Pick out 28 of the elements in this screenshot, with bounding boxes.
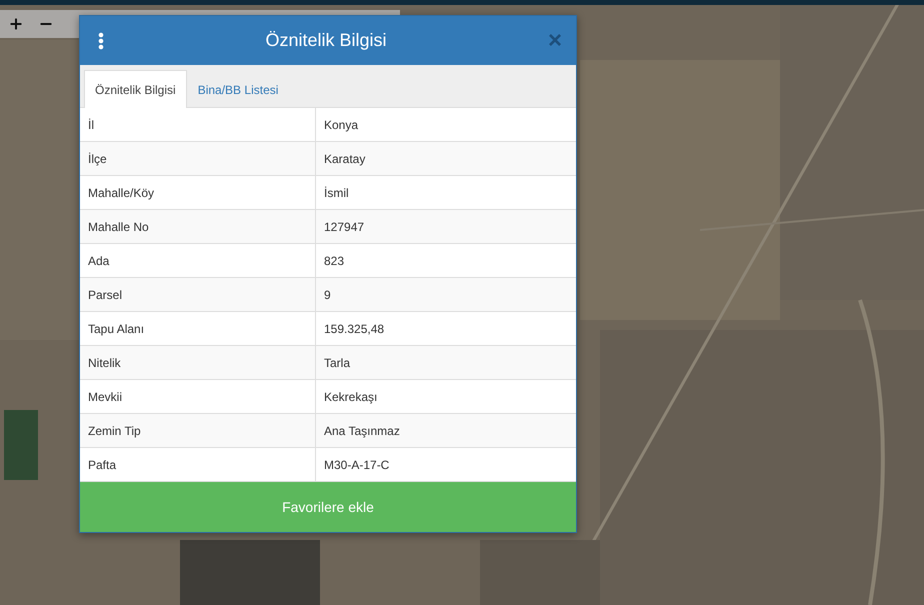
attribute-label: Mevkii — [87, 388, 124, 406]
attribute-label: Ada — [87, 252, 110, 270]
attribute-label: Mahalle No — [87, 218, 150, 236]
attribute-label: Tapu Alanı — [87, 320, 146, 338]
attribute-value: İsmil — [315, 176, 576, 209]
attribute-value: 823 — [315, 244, 576, 277]
attribute-label: Zemin Tip — [87, 422, 142, 440]
tab[interactable]: Bina/BB Listesi — [186, 70, 290, 108]
attribute-label: Parsel — [87, 286, 124, 304]
attribute-label: Pafta — [87, 456, 118, 474]
attribute-value: Karatay — [315, 142, 576, 175]
attribute-label: İlçe — [87, 150, 108, 168]
more-icon[interactable] — [98, 32, 104, 50]
attribute-value: Ana Taşınmaz — [315, 414, 576, 447]
attribute-label: İl — [87, 116, 95, 134]
attribute-value: 9 — [315, 278, 576, 311]
dialog-title: Öznitelik Bilgisi — [264, 30, 388, 51]
attribute-value: Kekrekaşı — [315, 380, 576, 413]
attribute-value: Tarla — [315, 346, 576, 379]
attribute-label: Mahalle/Köy — [87, 184, 156, 202]
attribute-value: 159.325,48 — [315, 312, 576, 345]
attribute-value: Konya — [315, 108, 576, 141]
attribute-value: M30-A-17-C — [315, 448, 576, 481]
zoom-in-icon[interactable] — [8, 16, 24, 32]
attribute-value: 127947 — [315, 210, 576, 243]
attribute-label: Nitelik — [87, 354, 122, 372]
tab[interactable]: Öznitelik Bilgisi — [84, 70, 187, 108]
add-to-favorites-button[interactable]: Favorilere ekle — [80, 482, 576, 532]
